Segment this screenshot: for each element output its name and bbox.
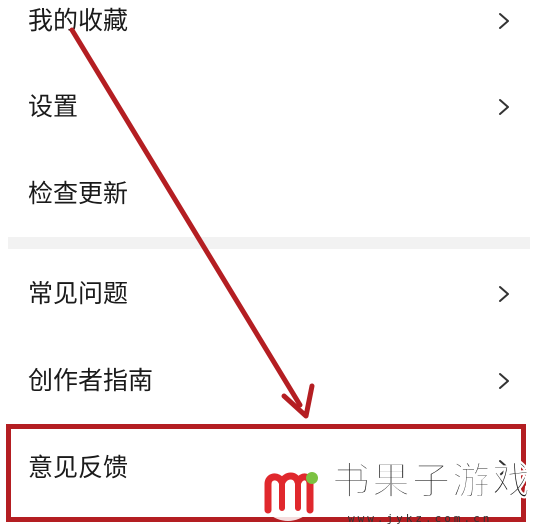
chevron-right-icon — [499, 13, 509, 29]
menu-item-label: 创作者指南 — [28, 366, 154, 395]
m-logo-icon — [259, 463, 318, 521]
watermark-url: www.jykz.com.cn — [348, 512, 493, 525]
menu-item-creator-guide[interactable]: 创作者指南 — [0, 338, 539, 424]
menu-item-label: 意见反馈 — [28, 453, 129, 482]
menu-item-settings[interactable]: 设置 — [0, 64, 539, 150]
chevron-right-icon — [499, 286, 509, 302]
menu-item-favorites[interactable]: 我的收藏 — [0, 0, 539, 64]
section-divider — [8, 237, 530, 249]
chevron-right-icon — [499, 373, 509, 389]
menu-item-check-update[interactable]: 检查更新 — [0, 151, 539, 237]
menu-item-label: 我的收藏 — [28, 6, 129, 35]
chevron-right-icon — [499, 99, 509, 115]
menu-item-faq[interactable]: 常见问题 — [0, 251, 539, 337]
menu-item-label: 常见问题 — [28, 279, 129, 308]
watermark: 书果子游戏 www.jykz.com.cn — [258, 454, 539, 531]
menu-item-label: 检查更新 — [28, 179, 129, 208]
menu-item-label: 设置 — [28, 92, 79, 121]
watermark-title: 书果子游戏 — [331, 459, 533, 504]
